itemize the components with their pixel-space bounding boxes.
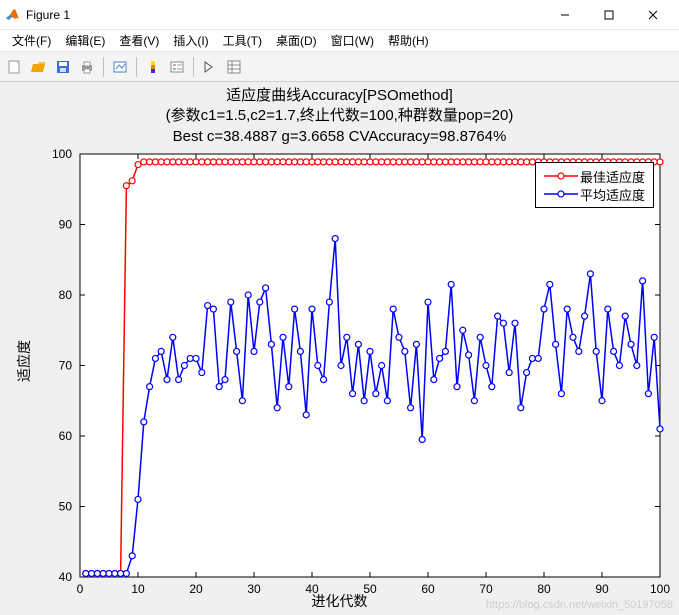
menu-edit[interactable]: 编辑(E)	[59, 30, 111, 51]
legend-entry: 最佳适应度	[544, 167, 645, 185]
edit-plot-icon[interactable]	[199, 56, 221, 78]
menu-insert[interactable]: 插入(I)	[167, 30, 214, 51]
toolbar-separator	[193, 57, 194, 77]
menu-help[interactable]: 帮助(H)	[382, 30, 435, 51]
menu-desktop[interactable]: 桌面(D)	[270, 30, 323, 51]
menu-window[interactable]: 窗口(W)	[325, 30, 380, 51]
chart-legend[interactable]: 最佳适应度平均适应度	[535, 162, 654, 208]
new-figure-icon[interactable]	[4, 56, 26, 78]
window-title: Figure 1	[26, 8, 543, 22]
insert-colorbar-icon[interactable]	[142, 56, 164, 78]
svg-text:40: 40	[59, 570, 73, 584]
legend-entry: 平均适应度	[544, 185, 645, 203]
matlab-icon	[4, 7, 20, 23]
legend-label: 最佳适应度	[580, 167, 645, 186]
link-axes-icon[interactable]	[109, 56, 131, 78]
toolbar-separator	[103, 57, 104, 77]
figure-area: 适应度曲线Accuracy[PSOmethod] (参数c1=1.5,c2=1.…	[0, 82, 679, 615]
toolbar	[0, 52, 679, 82]
x-axis-label: 进化代数	[0, 591, 679, 611]
window-titlebar: Figure 1	[0, 0, 679, 30]
menu-view[interactable]: 查看(V)	[113, 30, 165, 51]
insert-legend-icon[interactable]	[166, 56, 188, 78]
y-axis-label: 适应度	[14, 340, 34, 382]
svg-text:80: 80	[59, 288, 73, 302]
property-editor-icon[interactable]	[223, 56, 245, 78]
toolbar-separator	[136, 57, 137, 77]
save-icon[interactable]	[52, 56, 74, 78]
menu-file[interactable]: 文件(F)	[6, 30, 57, 51]
svg-text:50: 50	[59, 500, 73, 514]
minimize-button[interactable]	[543, 1, 587, 29]
menubar: 文件(F) 编辑(E) 查看(V) 插入(I) 工具(T) 桌面(D) 窗口(W…	[0, 30, 679, 52]
open-icon[interactable]	[28, 56, 50, 78]
svg-text:70: 70	[59, 359, 73, 373]
svg-text:90: 90	[59, 218, 73, 232]
menu-tools[interactable]: 工具(T)	[217, 30, 268, 51]
svg-text:60: 60	[59, 429, 73, 443]
close-button[interactable]	[631, 1, 675, 29]
svg-text:100: 100	[52, 147, 72, 161]
maximize-button[interactable]	[587, 1, 631, 29]
print-icon[interactable]	[76, 56, 98, 78]
legend-label: 平均适应度	[580, 185, 645, 204]
